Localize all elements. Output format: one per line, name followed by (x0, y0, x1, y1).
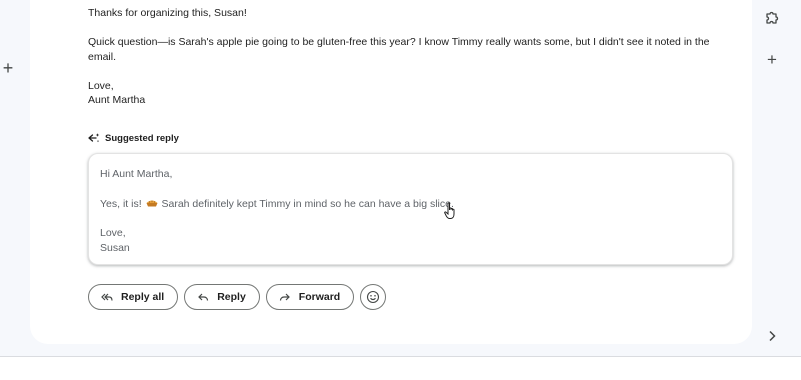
reply-icon (198, 293, 209, 301)
sparkle-reply-icon (88, 133, 100, 143)
reply-all-label: Reply all (121, 291, 165, 303)
forward-button[interactable]: Forward (265, 284, 355, 310)
reply-all-button[interactable]: Reply all (88, 284, 179, 310)
reply-greeting: Hi Aunt Martha, (100, 168, 173, 180)
reply-all-icon (101, 293, 113, 301)
reply-body-start: Yes, it is! (100, 197, 142, 210)
forward-icon (279, 293, 290, 301)
left-rail: + (0, 0, 30, 355)
reply-body: Yes, it is! Sarah definitely kept Timmy … (100, 197, 721, 212)
reply-signature: Susan (100, 241, 130, 254)
left-plus-icon[interactable]: + (0, 58, 16, 78)
plus-icon[interactable]: + (762, 49, 782, 69)
email-line: Love, (88, 79, 114, 92)
suggested-reply-card[interactable]: Hi Aunt Martha, Yes, it is! Sarah defini… (88, 153, 733, 265)
email-line: Quick question—is Sarah's apple pie goin… (88, 36, 710, 63)
email-message-body: Thanks for organizing this, Susan! Quick… (88, 6, 728, 108)
reply-signoff: Love, (100, 227, 126, 239)
suggested-reply-label: Suggested reply (88, 131, 179, 145)
footer-area (0, 357, 801, 380)
emoji-reaction-button[interactable] (360, 284, 387, 310)
reply-button[interactable]: Reply (184, 284, 260, 310)
smiley-icon (367, 290, 380, 304)
suggested-reply-label-text: Suggested reply (105, 132, 179, 144)
pie-icon (146, 200, 158, 206)
forward-label: Forward (298, 291, 341, 303)
hand-pointer-cursor-icon (444, 202, 455, 219)
reply-label: Reply (217, 291, 246, 303)
reply-body-end: Sarah definitely kept Timmy in mind so h… (161, 197, 454, 210)
email-line: Aunt Martha (88, 94, 146, 106)
reply-actions: Reply all Reply Forward (88, 284, 387, 310)
chevron-right-icon[interactable] (762, 326, 782, 346)
email-line: Thanks for organizing this, Susan! (88, 7, 247, 19)
puzzle-icon[interactable] (762, 8, 782, 28)
right-side-panel: + (752, 0, 801, 356)
